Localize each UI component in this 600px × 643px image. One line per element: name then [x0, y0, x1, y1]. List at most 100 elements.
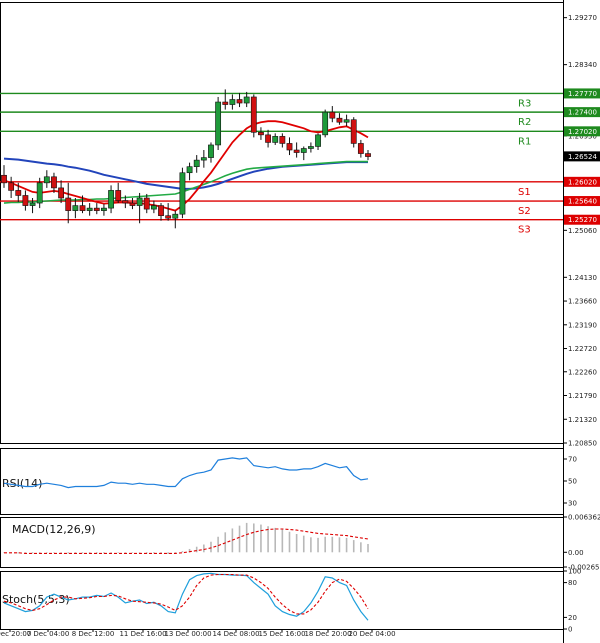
sub-tick-label: 20: [568, 614, 577, 622]
candle: [108, 185, 114, 214]
price-axis-ticks: 1.292701.283401.277701.274001.270201.269…: [563, 14, 597, 448]
time-axis: 2 Dec 20:007 Dec 04:008 Dec 12:0011 Dec …: [0, 629, 396, 638]
candle-body: [229, 99, 236, 105]
candle: [250, 94, 257, 138]
candle: [272, 133, 279, 145]
candle: [1, 165, 7, 188]
stoch-frame: [0, 571, 564, 630]
level-price-label: 1.26020: [568, 178, 597, 186]
price-tick-label: 1.25060: [568, 227, 597, 235]
candle-body: [172, 213, 179, 219]
candle-body: [265, 134, 271, 143]
candle-body: [101, 207, 107, 211]
candle: [29, 198, 36, 214]
candle-body: [115, 190, 122, 201]
candle: [365, 150, 371, 161]
candle: [236, 92, 243, 108]
current-price-marker: 1.26524: [564, 151, 600, 162]
candle-body: [122, 200, 129, 204]
candle-body: [165, 215, 172, 219]
candle: [329, 106, 336, 123]
candle-body: [279, 136, 286, 144]
candle-body: [72, 205, 79, 211]
rsi-panel: RSI(14) 705030: [2, 456, 577, 508]
price-tick-label: 1.29270: [568, 14, 597, 22]
candle-body: [22, 195, 29, 206]
candle: [101, 204, 107, 216]
price-tick-label: 1.24130: [568, 274, 597, 282]
candle-body: [129, 202, 136, 206]
candle: [86, 203, 93, 216]
price-frame: [0, 2, 564, 444]
candle-body: [108, 190, 114, 209]
candle-body: [293, 149, 300, 153]
sma-blue-line: [3, 157, 368, 190]
candle: [136, 192, 143, 224]
candle-body: [215, 101, 222, 146]
candle-body: [208, 144, 214, 158]
candle: [243, 91, 250, 108]
candle: [229, 94, 236, 110]
candle: [215, 96, 222, 151]
time-tick-label: 8 Dec 12:00: [72, 630, 115, 638]
candle-body: [36, 182, 43, 204]
candle-body: [222, 101, 229, 105]
sub-tick-label: 70: [568, 456, 577, 464]
candle: [115, 182, 122, 204]
candle-body: [329, 111, 336, 119]
candle-body: [308, 146, 314, 149]
candle: [208, 142, 214, 163]
candle: [315, 133, 321, 151]
candle-body: [300, 148, 307, 153]
candle: [293, 142, 300, 158]
time-tick-label: 7 Dec 04:00: [27, 630, 70, 638]
macd-panel: MACD(12,26,9) 0.0063620.00-0.002652: [3, 514, 600, 572]
candle: [158, 203, 164, 221]
time-tick-label: 20 Dec 04:00: [348, 630, 395, 638]
candle-body: [51, 176, 57, 189]
candle: [22, 190, 29, 211]
candle-body: [365, 153, 371, 157]
level-name-r2: R2: [518, 117, 531, 128]
candle-body: [158, 205, 164, 216]
candle-body: [236, 99, 243, 104]
candle: [8, 176, 15, 198]
level-price-label: 1.25270: [568, 216, 597, 224]
candle-body: [143, 197, 150, 210]
time-tick-label: 11 Dec 16:00: [119, 630, 166, 638]
candle-body: [1, 174, 7, 184]
candle-body: [322, 111, 329, 136]
trading-chart[interactable]: 1.292701.283401.277701.274001.270201.269…: [0, 0, 600, 643]
current-price-label: 1.26524: [568, 153, 597, 161]
candle: [200, 150, 207, 168]
price-tick-label: 1.21790: [568, 392, 597, 400]
candle-body: [86, 207, 93, 211]
sub-tick-label: 0.006362: [568, 514, 600, 522]
candle-body: [58, 187, 64, 199]
rsi-frame: [0, 448, 564, 515]
price-tick-label: 1.23660: [568, 298, 597, 306]
rsi-line: [3, 457, 369, 489]
sub-tick-label: 50: [568, 478, 577, 486]
stochastic-panel: Stoch(5,5,3) 100 80 20 0: [2, 568, 581, 634]
candle-body: [200, 157, 207, 161]
stoch-title: Stoch(5,5,3): [2, 593, 70, 606]
sub-tick-label: 0.00: [568, 549, 584, 557]
candle-body: [150, 205, 157, 210]
candle-body: [315, 134, 321, 147]
price-tick-label: 1.21320: [568, 416, 597, 424]
level-name-s1: S1: [518, 187, 531, 198]
candle: [322, 109, 329, 138]
level-name-r1: R1: [518, 136, 531, 147]
candle-body: [258, 132, 264, 136]
sub-tick-label: 0: [568, 626, 572, 634]
candle-body: [8, 182, 15, 191]
candle: [65, 182, 72, 224]
candle: [222, 89, 229, 110]
level-price-label: 1.27770: [568, 90, 597, 98]
candle: [343, 114, 350, 127]
candle: [300, 146, 307, 161]
candle-body: [186, 166, 193, 174]
candle: [93, 203, 100, 215]
price-tick-label: 1.28340: [568, 61, 597, 69]
